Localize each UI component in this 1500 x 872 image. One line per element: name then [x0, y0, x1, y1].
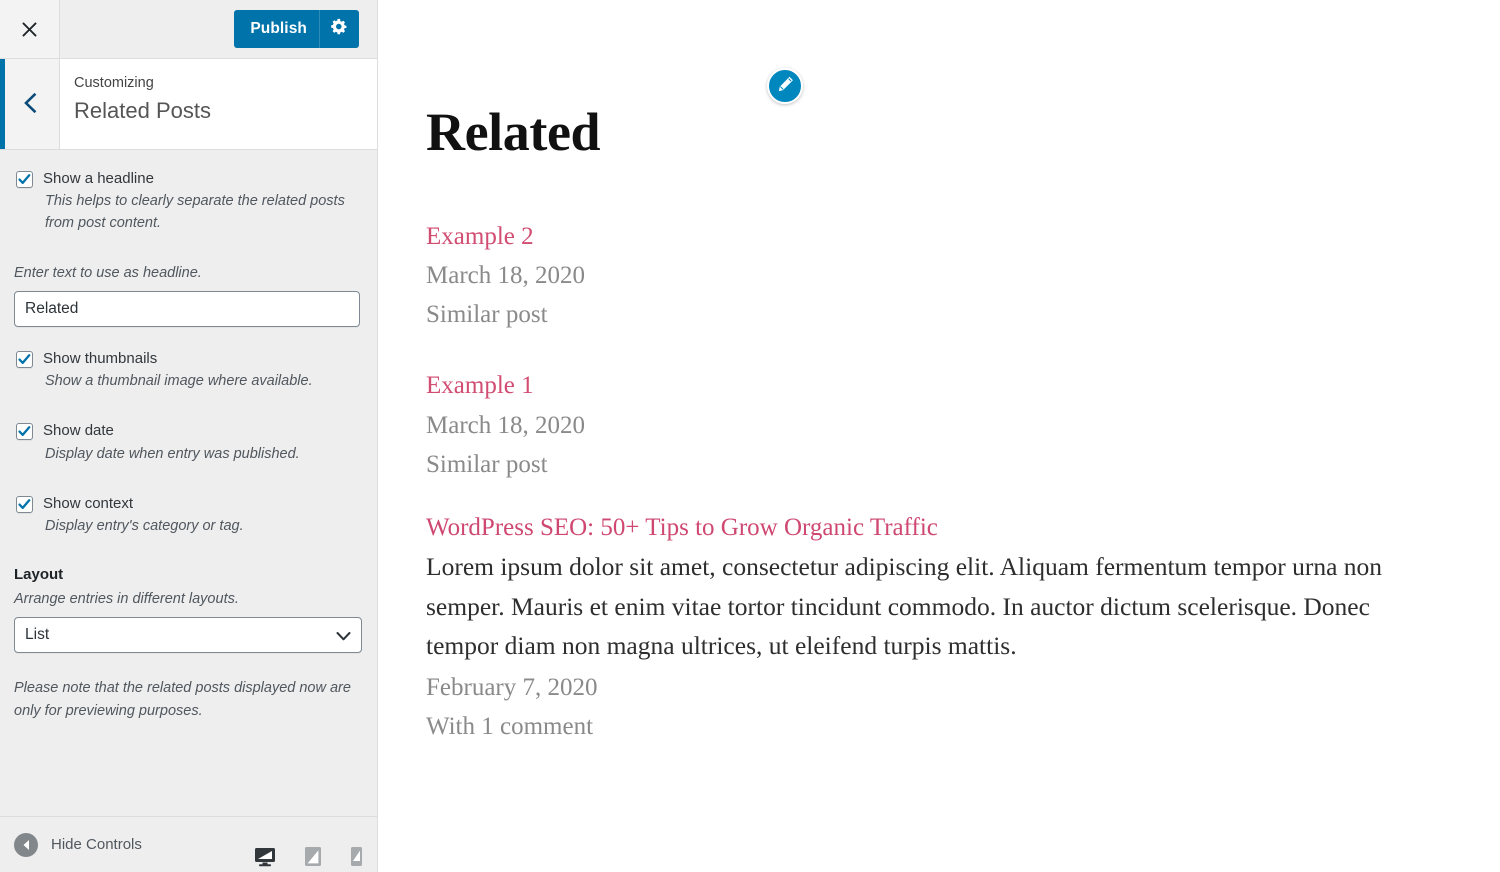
checkbox-row-show-headline[interactable]: Show a headline — [14, 169, 361, 189]
description-show-headline: This helps to clearly separate the relat… — [45, 193, 345, 232]
close-customizer-button[interactable] — [0, 0, 60, 58]
checkbox-label-show-thumbnails: Show thumbnails — [43, 350, 158, 368]
related-post-item: WordPress SEO: 50+ Tips to Grow Organic … — [426, 512, 1446, 746]
check-icon — [18, 498, 31, 509]
caret-left-icon — [14, 832, 38, 857]
device-preview-mobile[interactable] — [350, 846, 363, 870]
checkbox-show-context[interactable] — [16, 495, 33, 513]
edit-shortcut-button[interactable] — [767, 68, 803, 104]
related-post-date: March 18, 2020 — [426, 411, 585, 439]
publish-area: Publish — [234, 0, 377, 58]
description-show-date: Display date when entry was published. — [45, 445, 300, 462]
tablet-icon — [304, 846, 322, 870]
panel-footer: Hide Controls — [0, 816, 377, 872]
breadcrumb: Customizing — [74, 75, 154, 91]
control-layout: Layout Arrange entries in different layo… — [14, 565, 362, 724]
customizer-header: Publish — [0, 0, 377, 59]
control-show-date: Show date Display date when entry was pu… — [14, 421, 361, 464]
header-spacer — [60, 0, 234, 58]
checkbox-label-show-context: Show context — [43, 494, 134, 512]
hide-controls-button[interactable]: Hide Controls — [14, 832, 142, 857]
related-post-context: Similar post — [426, 301, 548, 329]
related-post-title-link[interactable]: Example 2 — [426, 221, 1446, 252]
related-posts-headline: Related — [426, 102, 601, 162]
close-icon — [20, 20, 39, 39]
panel-controls-body: Show a headline This helps to clearly se… — [0, 150, 377, 816]
control-show-context: Show context Display entry's category or… — [14, 494, 361, 537]
checkbox-row-show-date[interactable]: Show date — [14, 421, 361, 441]
checkbox-row-show-context[interactable]: Show context — [14, 494, 361, 514]
checkbox-show-date[interactable] — [16, 423, 33, 441]
customizer-screen: Publish Customizing Related Posts Show a… — [0, 0, 1500, 872]
pencil-edit-icon — [776, 75, 795, 97]
related-post-title-link[interactable]: WordPress SEO: 50+ Tips to Grow Organic … — [426, 512, 1446, 543]
device-preview-tablet[interactable] — [304, 846, 322, 870]
check-icon — [18, 174, 31, 185]
control-show-thumbnails: Show thumbnails Show a thumbnail image w… — [14, 349, 361, 392]
panel-back-button[interactable] — [0, 59, 60, 149]
page-title: Related Posts — [74, 97, 211, 123]
chevron-left-icon — [23, 92, 37, 116]
checkbox-show-thumbnails[interactable] — [16, 351, 33, 369]
mobile-icon — [350, 846, 363, 870]
description-layout: Arrange entries in different layouts. — [14, 590, 239, 607]
gear-icon — [331, 18, 348, 40]
related-post-comments: With 1 comment — [426, 713, 594, 741]
publish-button[interactable]: Publish — [234, 10, 359, 48]
layout-select[interactable]: List — [14, 616, 362, 653]
control-show-headline: Show a headline This helps to clearly se… — [14, 169, 361, 234]
device-preview-group — [254, 846, 363, 870]
headline-input[interactable] — [14, 291, 360, 328]
related-post-title-link[interactable]: Example 1 — [426, 370, 1446, 401]
publish-settings-button[interactable] — [319, 10, 359, 48]
check-icon — [18, 354, 31, 365]
checkbox-label-show-headline: Show a headline — [43, 170, 154, 187]
related-post-date: February 7, 2020 — [426, 673, 598, 701]
check-icon — [18, 426, 31, 437]
related-post-item: Example 2 March 18, 2020 Similar post — [426, 221, 1446, 335]
control-headline-text: Enter text to use as headline. — [14, 263, 361, 328]
related-post-context: Similar post — [426, 450, 548, 478]
label-headline-field: Enter text to use as headline. — [14, 265, 202, 282]
section-heading-layout: Layout — [14, 565, 64, 583]
preview-purpose-note: Please note that the related posts displ… — [14, 679, 351, 720]
related-posts-block: Related Example 2 March 18, 2020 Similar… — [378, 0, 1500, 746]
related-post-excerpt: Lorem ipsum dolor sit amet, consectetur … — [426, 552, 1383, 661]
active-accent-bar — [0, 59, 5, 149]
description-show-context: Display entry's category or tag. — [45, 517, 244, 534]
panel-titles: Customizing Related Posts — [60, 59, 377, 149]
related-post-item: Example 1 March 18, 2020 Similar post — [426, 370, 1446, 484]
customizer-sidebar: Publish Customizing Related Posts Show a… — [0, 0, 378, 872]
desktop-icon — [254, 847, 276, 870]
checkbox-row-show-thumbnails[interactable]: Show thumbnails — [14, 349, 361, 369]
related-posts-list: Example 2 March 18, 2020 Similar post Ex… — [426, 221, 1500, 747]
checkbox-label-show-date: Show date — [43, 422, 114, 440]
publish-button-label: Publish — [250, 20, 307, 37]
checkbox-show-headline[interactable] — [16, 171, 33, 188]
device-preview-desktop[interactable] — [254, 847, 276, 870]
hide-controls-label: Hide Controls — [51, 836, 142, 853]
panel-title-row: Customizing Related Posts — [0, 59, 377, 150]
layout-select-wrap: List — [14, 616, 362, 653]
site-preview-frame: Related Example 2 March 18, 2020 Similar… — [378, 0, 1500, 872]
related-post-date: March 18, 2020 — [426, 261, 585, 289]
description-show-thumbnails: Show a thumbnail image where available. — [45, 373, 313, 390]
